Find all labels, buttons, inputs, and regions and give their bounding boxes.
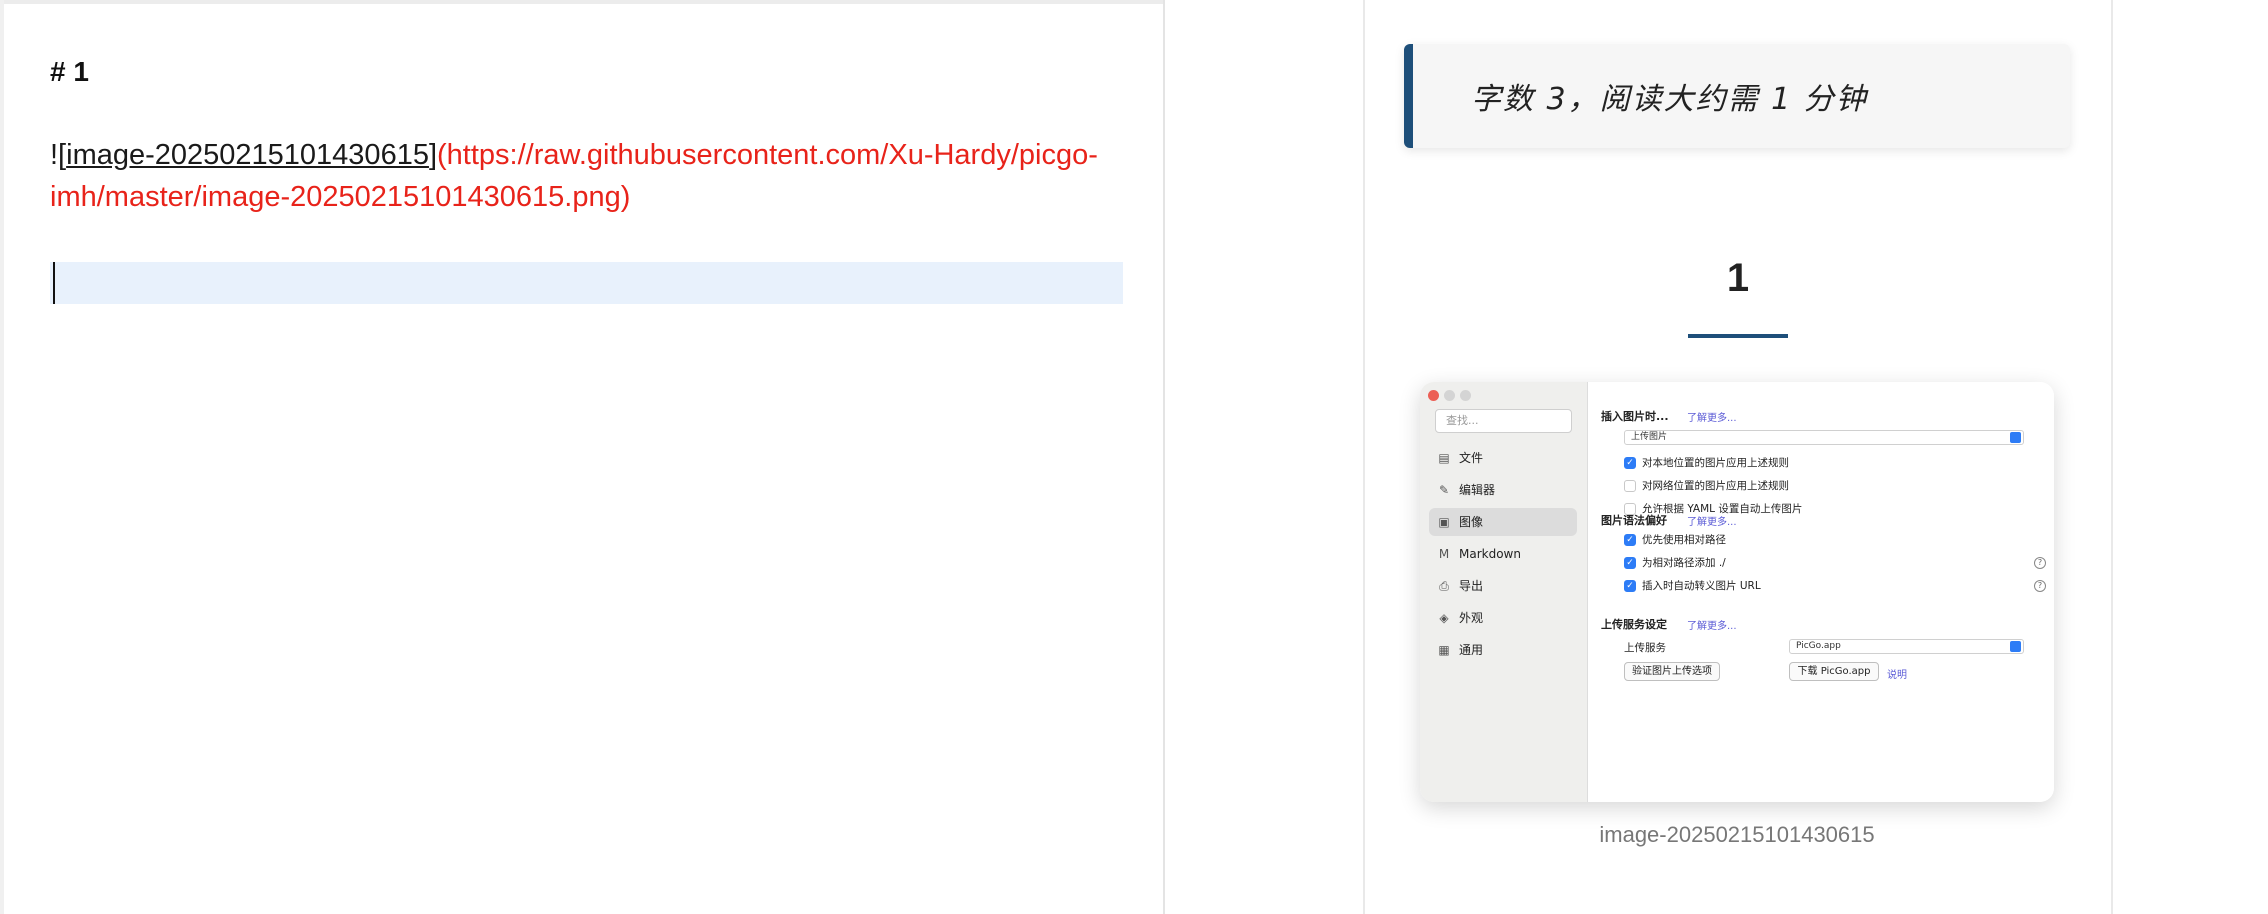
markdown-icon: M bbox=[1438, 547, 1450, 561]
verify-upload-button: 验证图片上传选项 bbox=[1624, 662, 1720, 681]
checkbox-label: 为相对路径添加 ./ bbox=[1642, 557, 1726, 569]
select-value: PicGo.app bbox=[1796, 641, 1841, 651]
embedded-screenshot[interactable]: 查找... ▤ 文件 ✎ 编辑器 ▣ 图像 M Markdown ⎙ 导出 ◈ … bbox=[1420, 382, 2054, 802]
insert-image-title: 插入图片时... bbox=[1601, 410, 1669, 423]
upload-service-label: 上传服务 bbox=[1624, 642, 1666, 654]
syntax-pref-title: 图片语法偏好 bbox=[1601, 514, 1667, 527]
image-syntax-mid: ] bbox=[428, 139, 438, 171]
markdown-image-line[interactable]: ![image-20250215101430615](https://raw.g… bbox=[50, 134, 1130, 218]
download-picgo-button: 下载 PicGo.app bbox=[1789, 662, 1879, 681]
print-icon: ⎙ bbox=[1439, 579, 1449, 593]
paint-bucket-icon: ◈ bbox=[1439, 611, 1449, 625]
check-escape-url: ✓ 插入时自动转义图片 URL bbox=[1624, 580, 1761, 593]
image-caption: image-20250215101430615 bbox=[1599, 822, 1875, 847]
word-count-callout: 字数 3，阅读大约需 1 分钟 bbox=[1404, 44, 2070, 148]
checkbox-label: 对本地位置的图片应用上述规则 bbox=[1642, 457, 1789, 469]
checkbox-checked-icon: ✓ bbox=[1624, 557, 1636, 569]
check-network-images: 对网络位置的图片应用上述规则 bbox=[1624, 480, 1789, 493]
check-local-images: ✓ 对本地位置的图片应用上述规则 bbox=[1624, 457, 1789, 470]
sidebar-item-image: ▣ 图像 bbox=[1429, 508, 1577, 536]
minimize-dot-icon bbox=[1444, 390, 1455, 401]
sidebar-item-label: 外观 bbox=[1459, 611, 1484, 625]
prefs-sidebar: 查找... ▤ 文件 ✎ 编辑器 ▣ 图像 M Markdown ⎙ 导出 ◈ … bbox=[1420, 382, 1588, 802]
select-arrow-icon bbox=[2010, 432, 2021, 443]
checkbox-checked-icon: ✓ bbox=[1624, 534, 1636, 546]
learn-more-link: 了解更多... bbox=[1687, 621, 1737, 632]
sidebar-item-label: 图像 bbox=[1459, 515, 1484, 529]
upload-service-title: 上传服务设定 bbox=[1601, 618, 1667, 631]
sidebar-item-general: ▦ 通用 bbox=[1429, 636, 1577, 664]
word-count-text: 字数 3，阅读大约需 1 分钟 bbox=[1471, 82, 1868, 117]
image-syntax-prefix: ![ bbox=[50, 139, 67, 171]
preview-heading: 1 bbox=[1726, 256, 1750, 300]
checkbox-checked-icon: ✓ bbox=[1624, 580, 1636, 592]
sidebar-item-markdown: M Markdown bbox=[1429, 540, 1577, 568]
markdown-heading-line[interactable]: # 1 bbox=[50, 56, 89, 88]
heading-underline bbox=[1688, 334, 1788, 338]
upload-service-select: PicGo.app bbox=[1789, 639, 2024, 654]
sidebar-item-label: 文件 bbox=[1459, 451, 1484, 465]
sidebar-item-appearance: ◈ 外观 bbox=[1429, 604, 1577, 632]
sidebar-item-label: 通用 bbox=[1459, 643, 1484, 657]
image-alt-text: image-20250215101430615 bbox=[66, 139, 429, 171]
sidebar-item-file: ▤ 文件 bbox=[1429, 444, 1577, 472]
help-icon: ? bbox=[2034, 557, 2046, 569]
select-value: 上传图片 bbox=[1631, 432, 1668, 442]
active-line-highlight[interactable] bbox=[50, 262, 1123, 304]
prefs-main: 插入图片时... 了解更多... 上传图片 ✓ 对本地位置的图片应用上述规则 对… bbox=[1589, 382, 2054, 802]
learn-more-link: 了解更多... bbox=[1687, 413, 1737, 424]
image-icon: ▣ bbox=[1438, 515, 1450, 529]
file-icon: ▤ bbox=[1438, 451, 1450, 465]
checkbox-unchecked-icon bbox=[1624, 480, 1636, 492]
checkbox-checked-icon: ✓ bbox=[1624, 457, 1636, 469]
help-link: 说明 bbox=[1887, 670, 1907, 681]
check-dot-slash: ✓ 为相对路径添加 ./ bbox=[1624, 557, 1726, 570]
sidebar-item-label: 编辑器 bbox=[1459, 483, 1496, 497]
prefs-search-input: 查找... bbox=[1435, 409, 1572, 433]
close-dot-icon bbox=[1428, 390, 1439, 401]
preview-margin bbox=[2113, 0, 2268, 914]
checkbox-label: 插入时自动转义图片 URL bbox=[1642, 580, 1761, 592]
help-icon: ? bbox=[2034, 580, 2046, 592]
checkbox-label: 优先使用相对路径 bbox=[1642, 534, 1726, 546]
insert-action-select: 上传图片 bbox=[1624, 430, 2024, 445]
check-relative-path: ✓ 优先使用相对路径 bbox=[1624, 534, 1726, 547]
sidebar-item-editor: ✎ 编辑器 bbox=[1429, 476, 1577, 504]
sidebar-item-label: Markdown bbox=[1459, 547, 1521, 561]
pencil-icon: ✎ bbox=[1438, 483, 1450, 497]
select-arrow-icon bbox=[2010, 641, 2021, 652]
sidebar-item-label: 导出 bbox=[1459, 579, 1484, 593]
text-caret bbox=[53, 262, 55, 304]
checkbox-label: 对网络位置的图片应用上述规则 bbox=[1642, 480, 1789, 492]
sidebar-item-export: ⎙ 导出 bbox=[1429, 572, 1577, 600]
learn-more-link: 了解更多... bbox=[1687, 517, 1737, 528]
grid-icon: ▦ bbox=[1438, 643, 1450, 657]
zoom-dot-icon bbox=[1460, 390, 1471, 401]
